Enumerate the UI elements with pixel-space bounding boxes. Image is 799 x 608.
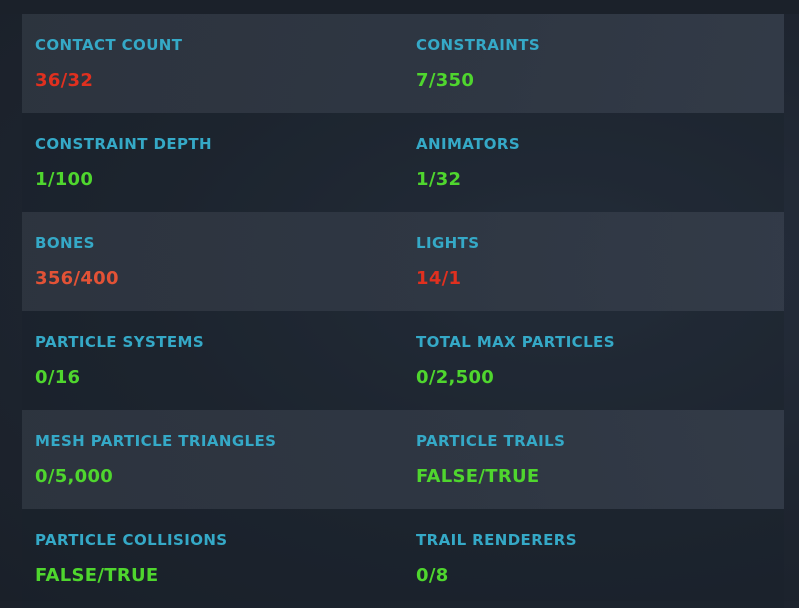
stat-constraints: CONSTRAINTS 7/350 <box>416 14 776 113</box>
stat-particle-trails: PARTICLE TRAILS FALSE/TRUE <box>416 410 776 509</box>
stat-mesh-particle-triangles: MESH PARTICLE TRIANGLES 0/5,000 <box>35 410 395 509</box>
performance-stats-panel: CONTACT COUNT 36/32 CONSTRAINTS 7/350 CO… <box>22 14 784 608</box>
stat-value: 0/5,000 <box>35 466 114 487</box>
stat-label: PARTICLE TRAILS <box>416 432 566 450</box>
stat-total-max-particles: TOTAL MAX PARTICLES 0/2,500 <box>416 311 776 410</box>
stat-value: 0/16 <box>35 367 81 388</box>
stat-row-constraint-depth: CONSTRAINT DEPTH 1/100 ANIMATORS 1/32 <box>22 113 784 212</box>
stat-label: LIGHTS <box>416 234 480 252</box>
stat-value: 36/32 <box>35 70 94 91</box>
stat-value: 1/100 <box>35 169 94 190</box>
stat-row-particle-collisions: PARTICLE COLLISIONS FALSE/TRUE TRAIL REN… <box>22 509 784 608</box>
stat-label: PARTICLE SYSTEMS <box>35 333 205 351</box>
stat-animators: ANIMATORS 1/32 <box>416 113 776 212</box>
stat-row-particle-systems: PARTICLE SYSTEMS 0/16 TOTAL MAX PARTICLE… <box>22 311 784 410</box>
stat-label: TOTAL MAX PARTICLES <box>416 333 615 351</box>
stat-label: MESH PARTICLE TRIANGLES <box>35 432 277 450</box>
stat-row-contact-count: CONTACT COUNT 36/32 CONSTRAINTS 7/350 <box>22 14 784 113</box>
stat-lights: LIGHTS 14/1 <box>416 212 776 311</box>
stat-label: CONSTRAINT DEPTH <box>35 135 212 153</box>
stat-trail-renderers: TRAIL RENDERERS 0/8 <box>416 509 776 608</box>
stat-label: ANIMATORS <box>416 135 521 153</box>
stat-value: 0/8 <box>416 565 449 586</box>
stat-value: 7/350 <box>416 70 475 91</box>
stat-label: CONSTRAINTS <box>416 36 541 54</box>
stat-label: PARTICLE COLLISIONS <box>35 531 228 549</box>
stat-contact-count: CONTACT COUNT 36/32 <box>35 14 395 113</box>
stat-particle-systems: PARTICLE SYSTEMS 0/16 <box>35 311 395 410</box>
stat-value: 1/32 <box>416 169 462 190</box>
stat-bones: BONES 356/400 <box>35 212 395 311</box>
stat-label: BONES <box>35 234 95 252</box>
top-strip <box>0 0 799 14</box>
stat-particle-collisions: PARTICLE COLLISIONS FALSE/TRUE <box>35 509 395 608</box>
stat-value: 14/1 <box>416 268 462 289</box>
stat-value: FALSE/TRUE <box>416 466 540 487</box>
stat-row-bones: BONES 356/400 LIGHTS 14/1 <box>22 212 784 311</box>
stat-value: FALSE/TRUE <box>35 565 159 586</box>
stat-label: CONTACT COUNT <box>35 36 183 54</box>
stat-row-mesh-particle-triangles: MESH PARTICLE TRIANGLES 0/5,000 PARTICLE… <box>22 410 784 509</box>
stat-value: 356/400 <box>35 268 119 289</box>
stat-label: TRAIL RENDERERS <box>416 531 577 549</box>
stat-constraint-depth: CONSTRAINT DEPTH 1/100 <box>35 113 395 212</box>
stat-value: 0/2,500 <box>416 367 495 388</box>
